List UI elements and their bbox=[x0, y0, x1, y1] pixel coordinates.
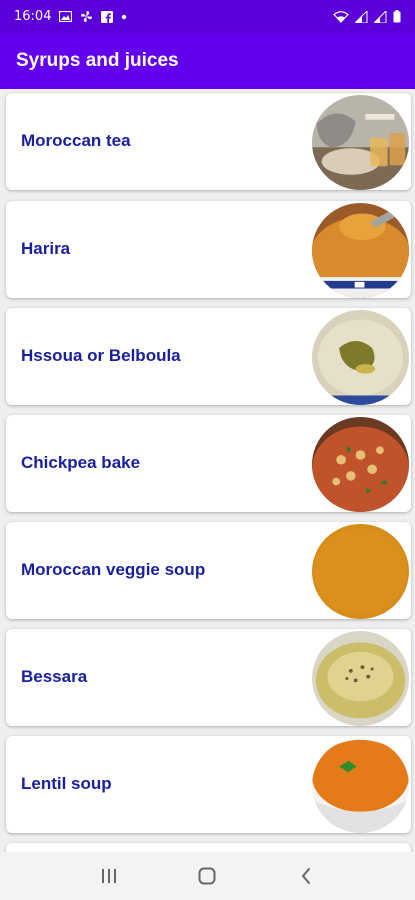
list-item-label: Bessara bbox=[21, 667, 88, 686]
list-item[interactable]: Hssoua or Belboula bbox=[6, 308, 411, 405]
lentil-soup-photo bbox=[312, 738, 409, 833]
signal-icon bbox=[374, 10, 387, 23]
list-item[interactable]: Moroccan tea bbox=[6, 93, 411, 190]
hssoua-soup-photo bbox=[312, 310, 409, 405]
home-icon[interactable] bbox=[187, 856, 227, 896]
status-bar: 16:04 bbox=[0, 0, 415, 33]
facebook-icon bbox=[101, 10, 114, 23]
signal-icon bbox=[355, 10, 368, 23]
list-item-label: Moroccan tea bbox=[21, 131, 131, 150]
battery-icon bbox=[393, 10, 401, 23]
list-item[interactable]: Chickpea bake bbox=[6, 415, 411, 512]
app-bar: Syrups and juices bbox=[0, 33, 415, 89]
harira-soup-photo bbox=[312, 203, 409, 298]
list-item-label: Lentil soup bbox=[21, 774, 112, 793]
status-time: 16:04 bbox=[14, 9, 52, 24]
list-item-label: Hssoua or Belboula bbox=[21, 346, 181, 365]
list-item-label: Chickpea bake bbox=[21, 453, 141, 472]
list-item-label: Moroccan veggie soup bbox=[21, 560, 206, 579]
fan-icon bbox=[80, 10, 93, 23]
list-item[interactable]: Moroccan veggie soup bbox=[6, 522, 411, 619]
dot-icon bbox=[121, 14, 127, 20]
list-item[interactable]: Lentil soup bbox=[6, 736, 411, 833]
moroccan-tea-photo bbox=[312, 95, 409, 190]
chickpea-bake-photo bbox=[312, 417, 409, 512]
recent-apps-icon[interactable] bbox=[89, 856, 129, 896]
recipe-list[interactable]: Moroccan tea Harira Hssoua or Belboula C… bbox=[0, 89, 415, 900]
gallery-icon bbox=[59, 11, 73, 22]
back-icon[interactable] bbox=[286, 856, 326, 896]
list-item[interactable]: Bessara bbox=[6, 629, 411, 726]
wifi-icon bbox=[333, 10, 349, 23]
list-item-label: Harira bbox=[21, 239, 71, 258]
bessara-photo bbox=[312, 631, 409, 726]
navigation-bar bbox=[0, 852, 415, 900]
list-item[interactable]: Harira bbox=[6, 201, 411, 298]
veggie-soup-photo bbox=[312, 524, 409, 619]
page-title: Syrups and juices bbox=[16, 50, 179, 71]
